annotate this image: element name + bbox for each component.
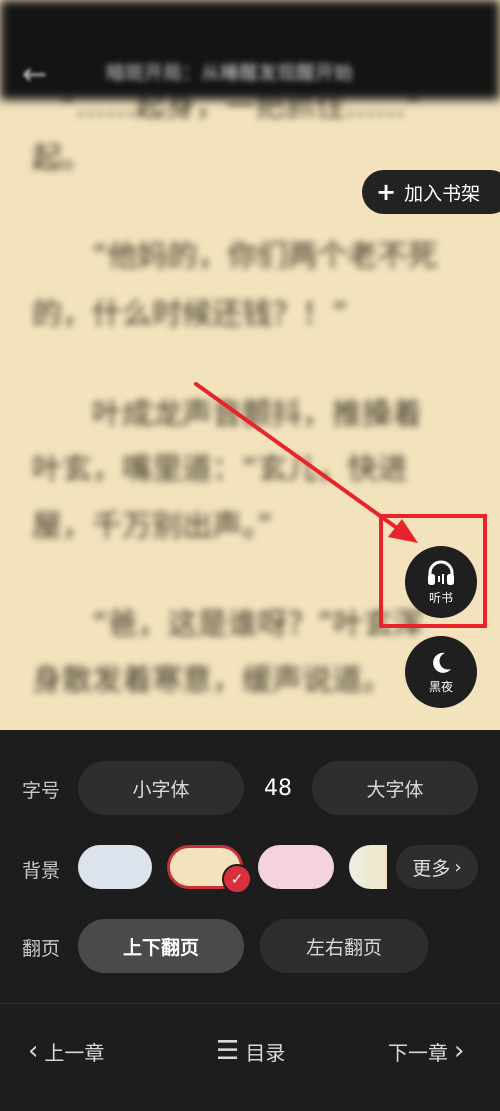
chevron-left-icon: ‹ xyxy=(28,1036,39,1066)
previous-chapter-button[interactable]: ‹ 上一章 xyxy=(22,1034,104,1068)
font-size-label: 字号 xyxy=(22,780,61,802)
larger-font-button[interactable]: 大字体 xyxy=(312,761,478,815)
reader-screen: “……起身，一把抓住……” 起。 “他妈的，你们两个老不死 的，什么时候还钱？！… xyxy=(0,0,500,1111)
background-swatch-pink[interactable] xyxy=(258,845,334,889)
more-backgrounds-label: 更多 xyxy=(412,857,451,880)
background-label: 背景 xyxy=(22,860,61,882)
list-icon: ☰ xyxy=(216,1036,240,1066)
previous-chapter-label: 上一章 xyxy=(44,1040,105,1065)
vertical-page-turn-button[interactable]: 上下翻页 xyxy=(78,919,244,973)
font-size-value: 48 xyxy=(264,776,292,801)
checkmark-icon: ✓ xyxy=(222,864,252,894)
page-turn-label: 翻页 xyxy=(22,938,61,960)
chevron-right-icon: › xyxy=(454,856,462,878)
smaller-font-button[interactable]: 小字体 xyxy=(78,761,244,815)
table-of-contents-label: 目录 xyxy=(245,1040,286,1065)
background-swatch-green[interactable] xyxy=(349,845,387,889)
chevron-right-icon: › xyxy=(454,1036,465,1066)
annotation-highlight-box xyxy=(379,514,487,628)
more-backgrounds-button[interactable]: 更多 › xyxy=(396,845,478,889)
background-swatch-gray[interactable] xyxy=(78,845,152,889)
table-of-contents-button[interactable]: ☰ 目录 xyxy=(210,1034,285,1068)
divider xyxy=(0,1003,500,1004)
next-chapter-label: 下一章 xyxy=(388,1040,448,1065)
horizontal-page-turn-button[interactable]: 左右翻页 xyxy=(260,919,428,973)
next-chapter-button[interactable]: 下一章 › xyxy=(388,1034,470,1068)
